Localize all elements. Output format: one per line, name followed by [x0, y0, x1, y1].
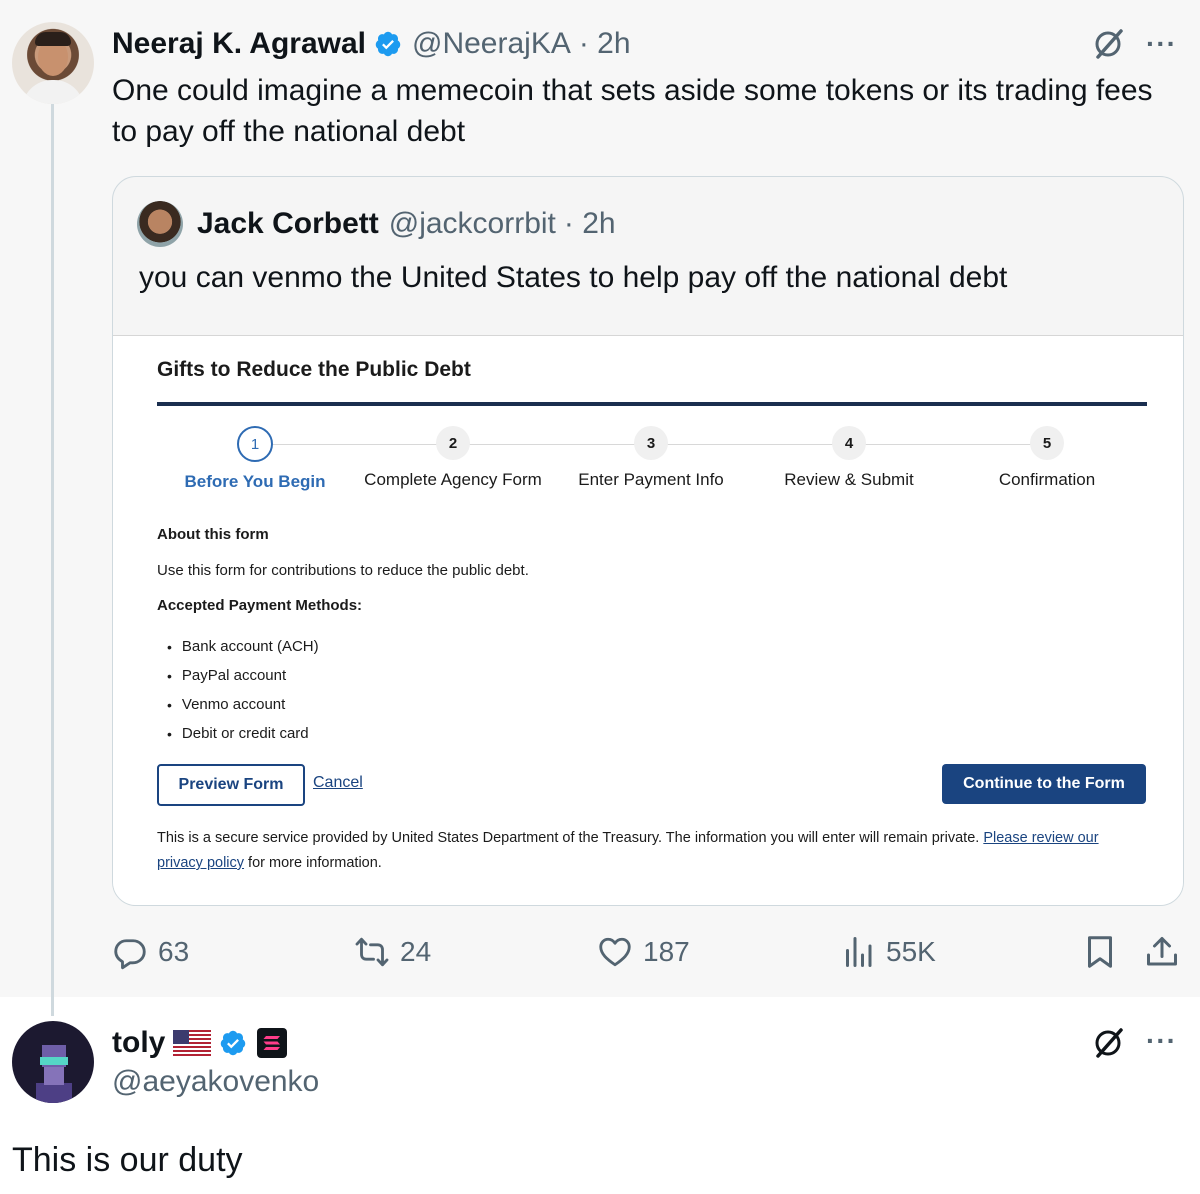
step-2: 2 Complete Agency Form [353, 426, 553, 490]
grok-icon[interactable] [1092, 1025, 1126, 1059]
quoted-tweet-text: you can venmo the United States to help … [139, 261, 1008, 294]
step-5: 5 Confirmation [947, 426, 1147, 490]
payment-methods-list: Bank account (ACH) PayPal account Venmo … [167, 632, 319, 748]
cancel-link[interactable]: Cancel [313, 774, 363, 792]
security-notice: This is a secure service provided by Uni… [157, 826, 1147, 876]
tweet-header: Neeraj K. Agrawal @NeerajKA · 2h [112, 26, 631, 62]
retweet-count: 24 [400, 936, 432, 967]
thread-connector [51, 104, 54, 1016]
step-label: Review & Submit [784, 470, 914, 489]
like-button[interactable]: 187 [597, 928, 690, 976]
step-number: 5 [1030, 426, 1064, 460]
views-count: 55K [886, 936, 936, 967]
author-handle[interactable]: @NeerajKA [412, 27, 571, 61]
preview-form-button[interactable]: Preview Form [157, 764, 305, 806]
notice-suffix: for more information. [244, 855, 382, 871]
form-screenshot: Gifts to Reduce the Public Debt 1 Before… [113, 335, 1183, 905]
step-number: 2 [436, 426, 470, 460]
form-title-rule [157, 402, 1147, 406]
list-item: Debit or credit card [167, 719, 319, 748]
reply-header: toly [112, 1025, 288, 1061]
tweet-actions: 63 24 187 55K [0, 928, 1200, 976]
reply-author-name[interactable]: toly [112, 1026, 165, 1060]
tweet-text: One could imagine a memecoin that sets a… [112, 74, 1153, 148]
step-label: Before You Begin [184, 472, 326, 491]
reply-button[interactable]: 63 [112, 928, 189, 976]
grok-icon[interactable] [1092, 26, 1126, 60]
main-tweet: Neeraj K. Agrawal @NeerajKA · 2h ··· One… [0, 0, 1200, 997]
verified-badge-icon [375, 31, 401, 57]
quoted-tweet-time: · 2h [563, 207, 616, 240]
like-count: 187 [643, 936, 690, 967]
share-icon[interactable] [1144, 934, 1180, 970]
views-button[interactable]: 55K [840, 928, 936, 976]
solana-affiliate-icon[interactable] [257, 1028, 288, 1058]
retweet-icon [355, 937, 389, 967]
step-3: 3 Enter Payment Info [551, 426, 751, 490]
step-number: 3 [634, 426, 668, 460]
quoted-tweet-header: Jack Corbett @jackcorrbit · 2h [197, 207, 616, 241]
retweet-button[interactable]: 24 [354, 928, 431, 976]
quoted-author-handle[interactable]: @jackcorrbit [389, 207, 556, 241]
bookmark-icon[interactable] [1082, 934, 1118, 970]
more-options-icon[interactable]: ··· [1146, 28, 1177, 60]
step-label: Complete Agency Form [364, 470, 542, 489]
reply-count: 63 [158, 936, 190, 967]
list-item: Venmo account [167, 690, 319, 719]
about-heading: About this form [157, 526, 269, 543]
verified-badge-icon [221, 1030, 246, 1056]
author-name[interactable]: Neeraj K. Agrawal [112, 27, 366, 61]
step-1: 1 Before You Begin [155, 426, 355, 492]
methods-heading: Accepted Payment Methods: [157, 597, 363, 614]
step-label: Confirmation [998, 470, 1096, 489]
step-number: 1 [237, 426, 273, 462]
us-flag-icon [173, 1030, 212, 1056]
continue-button[interactable]: Continue to the Form [942, 764, 1146, 804]
about-text: Use this form for contributions to reduc… [157, 562, 529, 579]
quoted-author-avatar[interactable] [137, 201, 183, 247]
reply-author-handle[interactable]: @aeyakovenko [112, 1065, 319, 1099]
step-indicator: 1 Before You Begin 2 Complete Agency For… [113, 426, 1183, 506]
reply-text: This is our duty [12, 1141, 243, 1179]
author-avatar[interactable] [12, 22, 94, 104]
reply-icon [114, 939, 146, 970]
list-item: Bank account (ACH) [167, 632, 319, 661]
heart-icon [599, 937, 631, 967]
notice-text: This is a secure service provided by Uni… [157, 830, 984, 846]
form-title: Gifts to Reduce the Public Debt [157, 358, 471, 381]
tweet-time[interactable]: · 2h [579, 27, 631, 61]
reply-tweet: toly @aeyakovenko ··· This is our duty [0, 997, 1200, 1194]
quoted-tweet[interactable]: Jack Corbett @jackcorrbit · 2h you can v… [112, 176, 1184, 906]
step-label: Enter Payment Info [578, 470, 724, 489]
step-number: 4 [832, 426, 866, 460]
list-item: PayPal account [167, 661, 319, 690]
views-icon [846, 937, 872, 967]
more-options-icon[interactable]: ··· [1146, 1025, 1177, 1057]
step-4: 4 Review & Submit [749, 426, 949, 490]
reply-author-avatar[interactable] [12, 1021, 94, 1103]
quoted-author-name[interactable]: Jack Corbett [197, 207, 379, 241]
